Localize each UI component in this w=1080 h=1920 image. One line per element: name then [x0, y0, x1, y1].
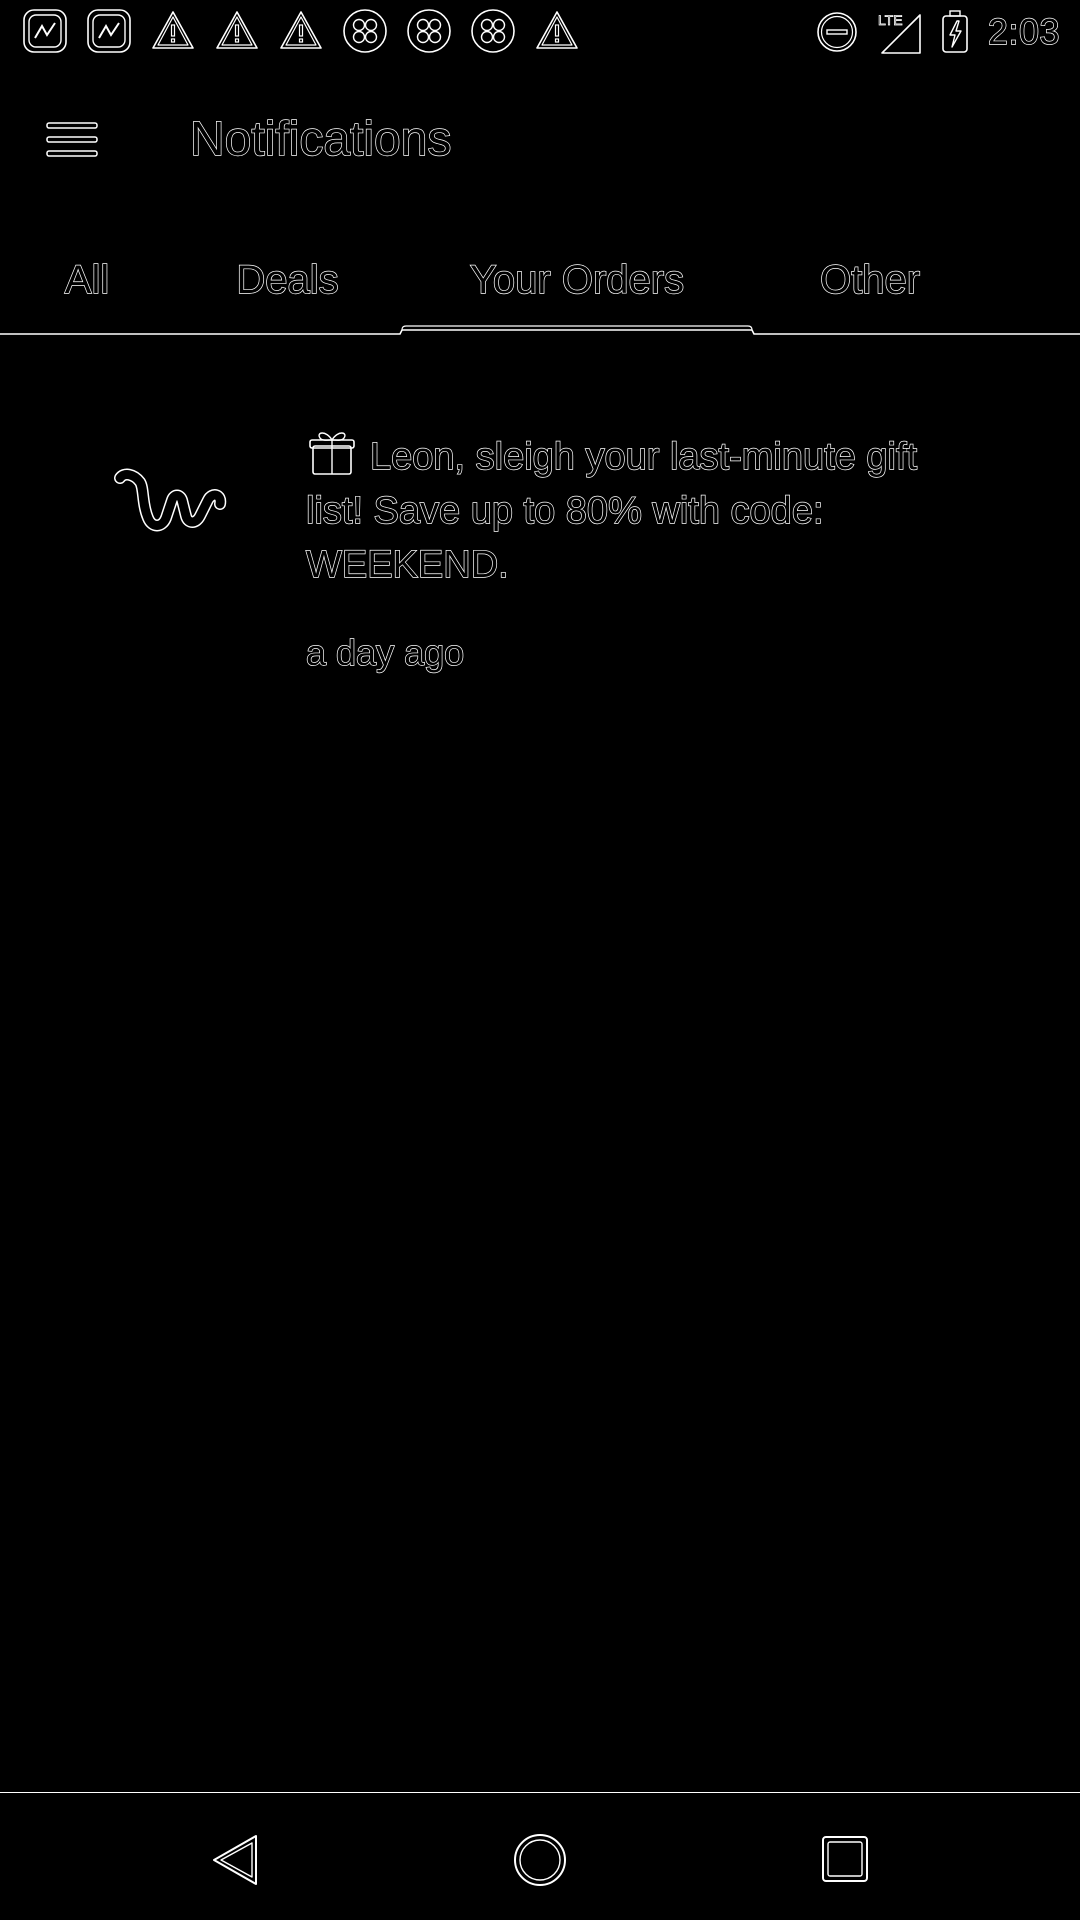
notification-time: a day ago	[305, 631, 465, 673]
tab-deals[interactable]: Deals	[200, 250, 375, 310]
clover-icon	[407, 9, 451, 53]
page-title: Notifications	[189, 112, 452, 166]
status-time: 2:03	[987, 10, 1060, 52]
app-notification-icon	[87, 9, 131, 53]
recents-square-icon[interactable]	[810, 1824, 880, 1894]
home-circle-icon[interactable]	[505, 1824, 575, 1894]
warning-icon	[216, 11, 258, 49]
warning-icon	[280, 11, 322, 49]
system-nav-bar	[0, 1794, 1080, 1920]
do-not-disturb-icon	[817, 12, 857, 52]
status-notification-icons	[22, 8, 580, 54]
tab-your-orders[interactable]: Your Orders	[402, 250, 752, 310]
notification-item[interactable]: Leon, sleigh your last-minute gift list!…	[0, 420, 1080, 700]
app-notification-icon	[23, 9, 67, 53]
network-label: LTE	[878, 12, 903, 28]
tab-bar: All Deals Your Orders Other	[0, 220, 1080, 335]
status-bar: LTE 2:03	[0, 0, 1080, 66]
status-system-icons: LTE 2:03	[816, 8, 1060, 56]
app-bar: Notifications	[0, 70, 1080, 210]
tab-all[interactable]: All	[22, 250, 152, 310]
clover-icon	[471, 9, 515, 53]
battery-charging-icon	[942, 10, 968, 53]
tab-other[interactable]: Other	[780, 250, 960, 310]
menu-button[interactable]	[40, 110, 106, 170]
clover-icon	[343, 9, 387, 53]
wish-logo-icon	[114, 468, 227, 532]
hamburger-menu-icon	[46, 122, 98, 157]
warning-icon	[152, 11, 194, 49]
tab-selected-indicator	[0, 325, 1080, 335]
back-triangle-icon[interactable]	[200, 1824, 270, 1894]
notification-message: Leon, sleigh your last-minute gift list!…	[305, 435, 918, 586]
warning-icon	[536, 11, 578, 49]
lte-signal-icon: LTE	[878, 12, 921, 54]
